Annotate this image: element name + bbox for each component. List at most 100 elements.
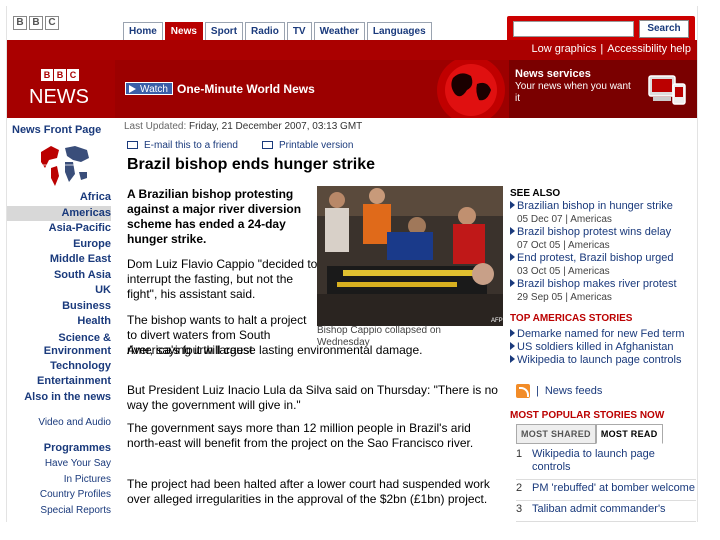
bulletin-title[interactable]: One-Minute World News xyxy=(177,82,315,96)
see-also-date: 03 Oct 05 xyxy=(517,266,561,277)
tab-weather[interactable]: Weather xyxy=(313,22,365,42)
bbc-news-logo[interactable]: B B C NEWS xyxy=(7,60,115,118)
most-read-item[interactable]: 3 Taliban admit commander's xyxy=(516,501,696,522)
see-also-date: 05 Dec 07 xyxy=(517,214,563,225)
tab-tv[interactable]: TV xyxy=(286,22,312,42)
nav-item-health[interactable]: Health xyxy=(7,314,111,330)
date-separator: | xyxy=(563,266,566,277)
print-link[interactable]: Printable version xyxy=(261,140,353,151)
nav-item-uk[interactable]: UK xyxy=(7,283,111,299)
news-logo-bbc: B B C xyxy=(41,69,79,81)
article-paragraph: river, saying it will cause lasting envi… xyxy=(127,343,423,357)
tab-languages[interactable]: Languages xyxy=(366,22,432,42)
top-story-title: Demarke named for new Fed term xyxy=(517,328,685,340)
nav-item-middle-east[interactable]: Middle East xyxy=(7,252,111,268)
nav-item-south-asia[interactable]: South Asia xyxy=(7,268,111,284)
tab-home[interactable]: Home xyxy=(123,22,163,42)
article-intro: A Brazilian bishop protesting against a … xyxy=(127,187,302,246)
bbc-news-page: B B C Home News Sport Radio TV Weather L… xyxy=(6,6,698,522)
top-story-link[interactable]: Demarke named for new Fed term xyxy=(510,328,696,341)
world-map-icon[interactable] xyxy=(37,140,91,190)
see-also-date: 29 Sep 05 xyxy=(517,292,563,303)
date-separator: | xyxy=(565,292,568,303)
news-feeds-link[interactable]: | News feeds xyxy=(516,384,602,398)
most-read-title: PM 'rebuffed' at bomber welcome xyxy=(532,482,695,494)
see-also-meta: 29 Sep 05 | Americas xyxy=(517,291,696,304)
most-read-title: Wikipedia to launch page controls xyxy=(532,448,655,473)
email-link-label: E-mail this to a friend xyxy=(144,140,238,151)
most-read-item[interactable]: 2 PM 'rebuffed' at bomber welcome xyxy=(516,480,696,501)
nav-item-asia-pacific[interactable]: Asia-Pacific xyxy=(7,221,111,237)
nav-item-have-your-say[interactable]: Have Your Say xyxy=(7,456,111,472)
nav-item-africa[interactable]: Africa xyxy=(7,190,111,206)
see-also-link-title: Brazil bishop makes river protest xyxy=(517,278,677,290)
last-updated: Last Updated: Friday, 21 December 2007, … xyxy=(124,121,362,132)
news-masthead: B B C NEWS Watch One-Minute World News N… xyxy=(7,60,697,118)
top-story-link[interactable]: Wikipedia to launch page controls xyxy=(510,354,696,367)
see-also-link[interactable]: Brazil bishop makes river protest xyxy=(510,278,696,291)
nav-item-country-profiles[interactable]: Country Profiles xyxy=(7,487,111,503)
nav-item-science-environment[interactable]: Science & Environment xyxy=(7,330,111,359)
rank-number: 3 xyxy=(516,503,523,515)
tab-sport[interactable]: Sport xyxy=(204,22,244,42)
see-also-meta: 07 Oct 05 | Americas xyxy=(517,239,696,252)
accessibility-help-link[interactable]: Accessibility help xyxy=(607,43,691,55)
search-button[interactable]: Search xyxy=(639,20,689,38)
low-graphics-link[interactable]: Low graphics xyxy=(532,43,597,55)
envelope-icon xyxy=(127,141,138,149)
most-popular-tabs: MOST SHARED MOST READ xyxy=(516,424,663,444)
search-input[interactable] xyxy=(513,21,634,37)
arrow-icon xyxy=(510,227,515,235)
see-also-link[interactable]: Brazilian bishop in hunger strike xyxy=(510,200,696,213)
see-also-title: SEE ALSO xyxy=(510,188,561,199)
see-also-section[interactable]: Americas xyxy=(568,266,610,277)
news-services-promo[interactable]: News services Your news when you want it xyxy=(509,60,697,118)
email-link[interactable]: E-mail this to a friend xyxy=(127,140,238,151)
photo-credit: AFP xyxy=(491,318,503,324)
story-tools: E-mail this to a friend Printable versio… xyxy=(127,140,353,151)
see-also-section[interactable]: Americas xyxy=(570,292,612,303)
see-also-date: 07 Oct 05 xyxy=(517,240,561,251)
see-also-list: Brazilian bishop in hunger strike 05 Dec… xyxy=(510,200,696,304)
tab-most-shared[interactable]: MOST SHARED xyxy=(516,424,596,444)
play-icon xyxy=(129,85,136,93)
nav-item-business[interactable]: Business xyxy=(7,299,111,315)
see-also-section[interactable]: Americas xyxy=(568,240,610,251)
watch-button[interactable]: Watch xyxy=(125,82,173,95)
nav-item-special-reports[interactable]: Special Reports xyxy=(7,503,111,519)
left-navigation: News Front Page Africa Americas Asia-Pac… xyxy=(7,118,115,522)
arrow-icon xyxy=(510,253,515,261)
tab-radio[interactable]: Radio xyxy=(245,22,285,42)
nav-item-video-audio[interactable]: Video and Audio xyxy=(7,415,111,431)
tab-news[interactable]: News xyxy=(164,22,203,42)
utility-links: Low graphics | Accessibility help xyxy=(532,43,691,55)
arrow-icon xyxy=(510,201,515,209)
nav-front-page[interactable]: News Front Page xyxy=(12,124,101,136)
nav-item-also-in-the-news[interactable]: Also in the news xyxy=(7,390,111,406)
rank-number: 1 xyxy=(516,448,523,460)
nav-item-entertainment[interactable]: Entertainment xyxy=(7,374,111,390)
nav-item-europe[interactable]: Europe xyxy=(7,237,111,253)
devices-icon xyxy=(648,75,686,105)
nav-list: Africa Americas Asia-Pacific Europe Midd… xyxy=(7,190,111,518)
see-also-link-title: End protest, Brazil bishop urged xyxy=(517,252,674,264)
see-also-link[interactable]: End protest, Brazil bishop urged xyxy=(510,252,696,265)
top-story-title: Wikipedia to launch page controls xyxy=(517,354,682,366)
bbc-logo-letter: C xyxy=(45,16,59,30)
bbc-logo[interactable]: B B C xyxy=(13,16,59,30)
news-logo-letter: B xyxy=(41,69,53,81)
date-separator: | xyxy=(565,214,568,225)
nav-item-technology[interactable]: Technology xyxy=(7,359,111,375)
nav-item-americas[interactable]: Americas xyxy=(7,205,111,221)
article-paragraph: The project had been halted after a lowe… xyxy=(127,477,490,506)
nav-item-programmes[interactable]: Programmes xyxy=(7,441,111,457)
nav-item-in-pictures[interactable]: In Pictures xyxy=(7,472,111,488)
see-also-section[interactable]: Americas xyxy=(570,214,612,225)
top-story-link[interactable]: US soldiers killed in Afghanistan xyxy=(510,341,696,354)
most-read-item[interactable]: 1 Wikipedia to launch page controls xyxy=(516,446,696,480)
see-also-link[interactable]: Brazil bishop protest wins delay xyxy=(510,226,696,239)
article-main: Last Updated: Friday, 21 December 2007, … xyxy=(123,118,503,522)
last-updated-label: Last Updated: xyxy=(124,121,187,132)
tab-most-read[interactable]: MOST READ xyxy=(595,424,663,444)
